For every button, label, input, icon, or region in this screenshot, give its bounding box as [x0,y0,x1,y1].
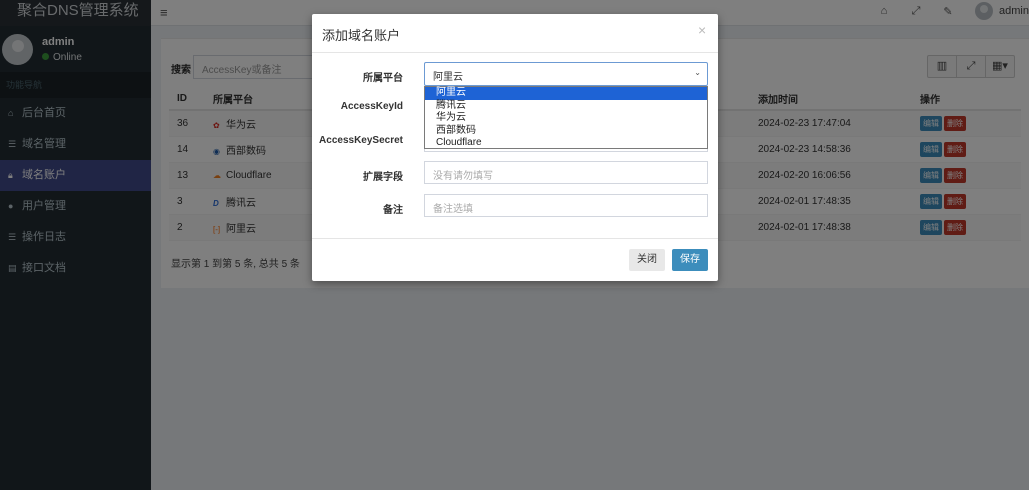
close-icon[interactable]: × [698,22,706,38]
accesskeysecret-label: AccessKeySecret [319,135,403,146]
remark-label: 备注 [383,205,403,216]
remark-field[interactable]: 备注选填 [424,194,708,217]
ext-field-label: 扩展字段 [363,172,403,183]
ext-field[interactable]: 没有请勿填写 [424,161,708,184]
divider [312,238,718,239]
dropdown-option[interactable]: 华为云 [425,112,707,125]
platform-selected-value: 阿里云 [433,72,463,83]
chevron-down-icon: ⌄ [694,68,701,77]
close-button[interactable]: 关闭 [629,249,665,271]
divider [312,52,718,53]
dialog-title: 添加域名账户 [322,28,401,43]
accesskeyid-label: AccessKeyId [340,101,403,112]
dropdown-option[interactable]: 西部数码 [425,125,707,138]
platform-label: 所属平台 [363,73,403,84]
dropdown-option[interactable]: 腾讯云 [425,100,707,113]
dropdown-option[interactable]: 阿里云 [425,87,707,100]
add-account-dialog: 添加域名账户 × 所属平台 阿里云 ⌄ AccessKeyId AccessKe… [312,14,718,281]
platform-dropdown-list: 阿里云 腾讯云 华为云 西部数码 Cloudflare [424,86,708,149]
save-button[interactable]: 保存 [672,249,708,271]
dropdown-option[interactable]: Cloudflare [425,137,707,150]
platform-select[interactable]: 阿里云 ⌄ [424,62,708,86]
